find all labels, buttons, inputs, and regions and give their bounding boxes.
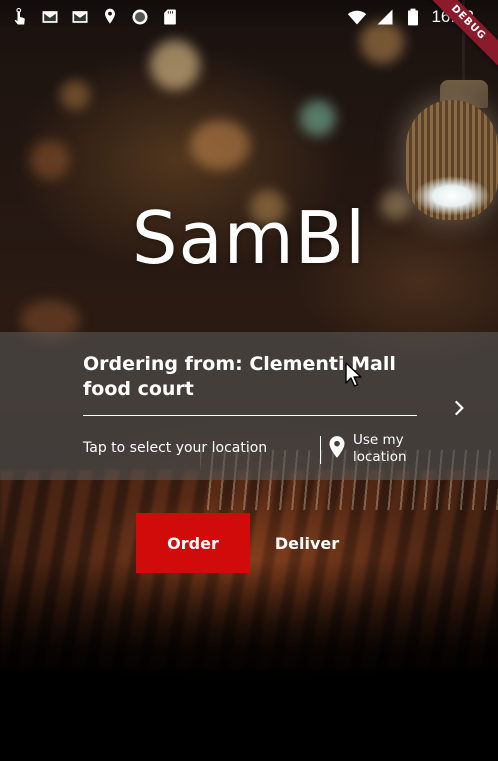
record-icon [130, 7, 150, 27]
use-my-location-button[interactable]: Use my location [327, 432, 417, 466]
location-pin-icon [100, 7, 120, 27]
mouse-pointer-icon [345, 362, 365, 388]
deliver-button[interactable]: Deliver [250, 513, 364, 573]
status-bar: 16:32 [0, 0, 498, 34]
use-my-location-label: Use my location [353, 432, 407, 465]
tap-to-select-location[interactable]: Tap to select your location [83, 440, 267, 456]
app-screen: 16:32 DEBUG SamBl Ordering from: Clement… [0, 0, 498, 761]
location-pin-icon [327, 435, 347, 459]
battery-icon [403, 7, 423, 27]
chevron-right-icon[interactable] [449, 398, 469, 418]
app-title: SamBl [131, 196, 367, 280]
signal-icon [375, 7, 395, 27]
sd-card-icon [160, 7, 180, 27]
order-button[interactable]: Order [136, 513, 250, 573]
vertical-divider [320, 436, 321, 464]
location-panel: Ordering from: Clementi Mall food court … [0, 332, 498, 480]
wifi-icon [347, 7, 367, 27]
touch-app-icon [10, 7, 30, 27]
gmail-icon [70, 7, 90, 27]
gmail-icon [40, 7, 60, 27]
location-underline [83, 415, 417, 416]
